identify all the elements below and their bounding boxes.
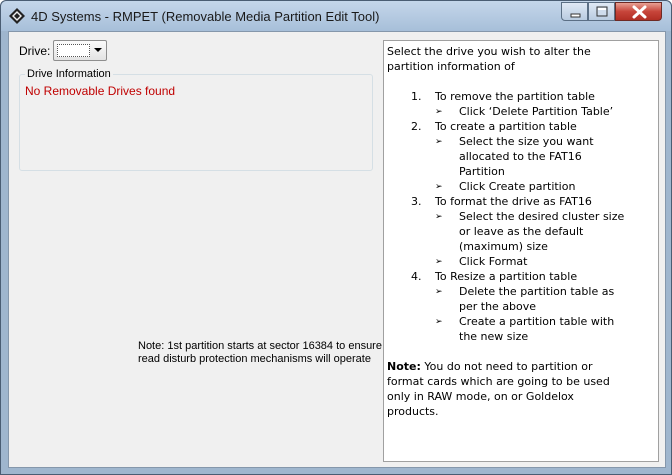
instructions-panel[interactable]: Select the drive you wish to alter the p…: [383, 40, 659, 462]
minimize-icon: [570, 13, 581, 18]
app-window: 4D Systems - RMPET (Removable Media Part…: [0, 0, 672, 475]
list-item: To remove the partition table: [435, 90, 595, 103]
window-title: 4D Systems - RMPET (Removable Media Part…: [31, 9, 380, 24]
cards-note-line: products.: [387, 405, 439, 418]
sub-item: allocated to the FAT16: [459, 150, 582, 163]
sub-item: Click Format: [459, 255, 528, 268]
list-item: To create a partition table: [435, 120, 577, 133]
minimize-button[interactable]: [561, 2, 588, 21]
list-number: 1.: [411, 90, 422, 103]
sub-item: Delete the partition table as: [459, 285, 615, 298]
note-text: You do not need to partition or: [420, 360, 593, 373]
sub-item: (maximum) size: [459, 240, 548, 253]
list-number: 2.: [411, 120, 422, 133]
note-label: Note:: [387, 360, 421, 373]
sub-item: Select the size you want: [459, 135, 594, 148]
list-number: 4.: [411, 270, 422, 283]
title-bar[interactable]: 4D Systems - RMPET (Removable Media Part…: [1, 1, 671, 31]
sector-note: Note: 1st partition starts at sector 163…: [138, 340, 382, 365]
maximize-button[interactable]: [588, 2, 615, 21]
sub-item: or leave as the default: [459, 225, 584, 238]
close-button[interactable]: [615, 2, 662, 21]
cards-note-line: only in RAW mode, on or Goldelox: [387, 390, 574, 403]
sub-item: Click Create partition: [459, 180, 576, 193]
drive-selected-value: [57, 44, 90, 57]
client-area: Drive: Drive Information No Removable Dr…: [8, 31, 666, 468]
arrow-bullet-icon: ➢: [435, 182, 443, 192]
arrow-bullet-icon: ➢: [435, 257, 443, 267]
arrow-bullet-icon: ➢: [435, 317, 443, 327]
chevron-down-icon: [94, 48, 102, 52]
drive-information-title: Drive Information: [25, 68, 113, 80]
arrow-bullet-icon: ➢: [435, 107, 443, 117]
sub-item: Select the desired cluster size: [459, 210, 625, 223]
4d-systems-logo-icon[interactable]: [9, 8, 25, 24]
arrow-bullet-icon: ➢: [435, 287, 443, 297]
sub-item: Click ‘Delete Partition Table’: [459, 105, 614, 118]
sub-item: Partition: [459, 165, 505, 178]
drive-dropdown[interactable]: [53, 40, 107, 61]
list-item: To format the drive as FAT16: [435, 195, 592, 208]
sub-item: the new size: [459, 330, 529, 343]
arrow-bullet-icon: ➢: [435, 212, 443, 222]
sub-item: per the above: [459, 300, 537, 313]
cards-note-line: Note: You do not need to partition or: [387, 359, 593, 374]
list-item: To Resize a partition table: [435, 270, 578, 283]
list-number: 3.: [411, 195, 422, 208]
drive-label: Drive:: [19, 44, 51, 58]
close-icon: [632, 5, 647, 19]
cards-note-line: format cards which are going to be used: [387, 375, 610, 388]
intro-line: Select the drive you wish to alter the: [387, 45, 591, 58]
arrow-bullet-icon: ➢: [435, 137, 443, 147]
intro-line: partition information of: [387, 60, 515, 73]
maximize-icon: [596, 6, 608, 17]
sub-item: Create a partition table with: [459, 315, 615, 328]
drive-status-text: No Removable Drives found: [25, 84, 176, 98]
